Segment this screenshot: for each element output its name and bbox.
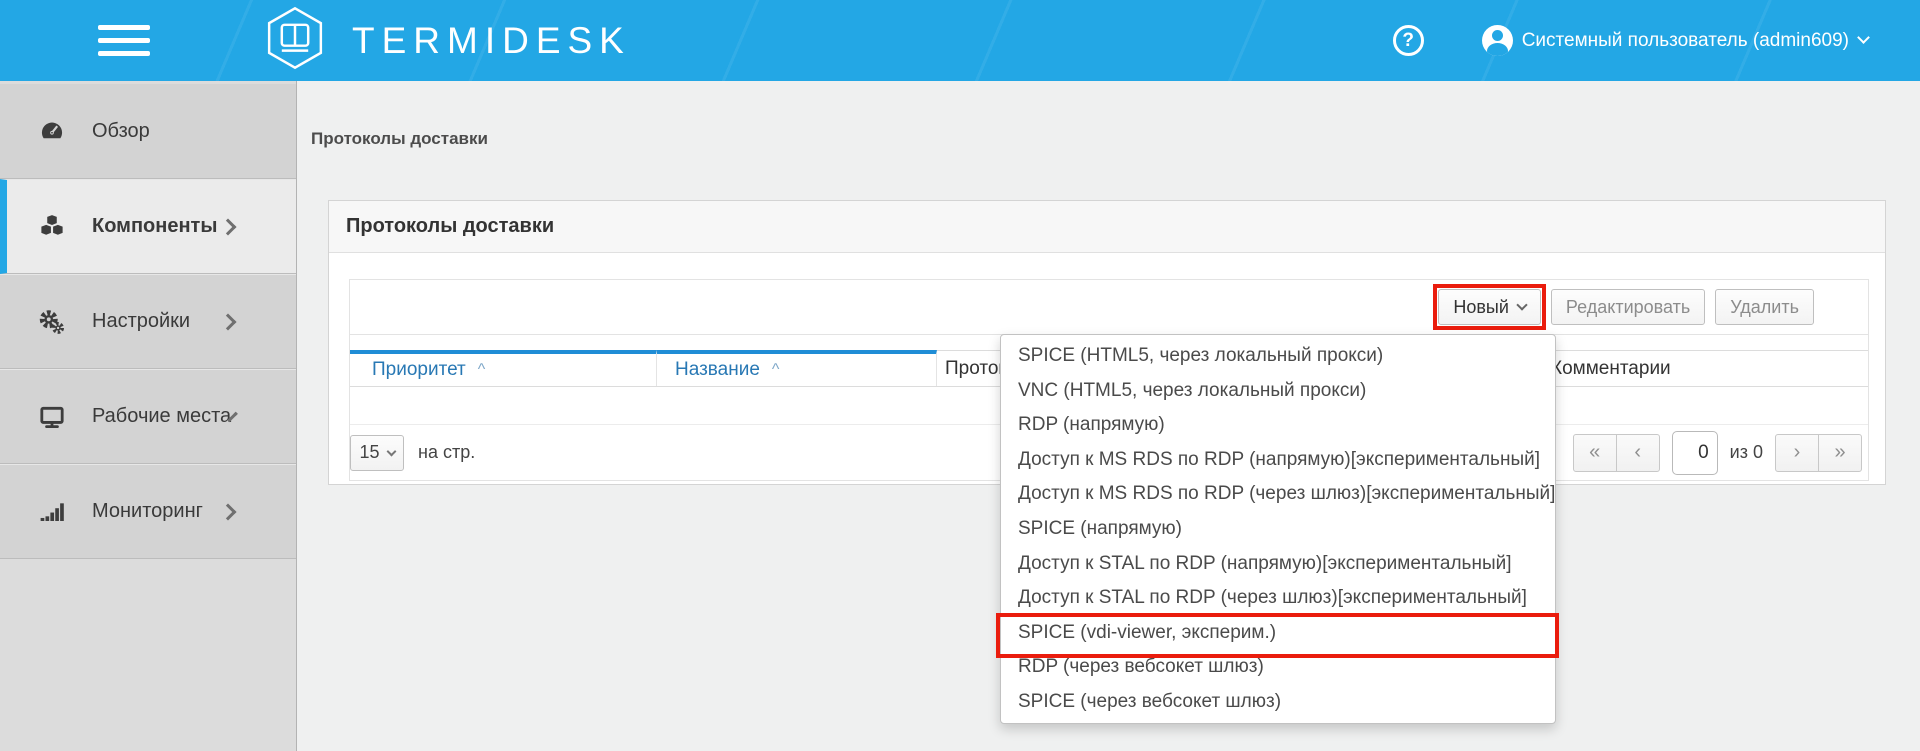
sidebar-item-settings[interactable]: Настройки	[0, 274, 296, 369]
delete-button[interactable]: Удалить	[1715, 289, 1814, 325]
hamburger-menu-icon[interactable]	[98, 17, 150, 64]
page-total-label: из 0	[1730, 442, 1763, 463]
sidebar-item-label: Настройки	[92, 310, 190, 333]
sidebar-item-components[interactable]: Компоненты	[0, 179, 296, 274]
sidebar-item-overview[interactable]: Обзор	[0, 84, 296, 179]
sidebar-item-label: Рабочие места	[92, 405, 231, 428]
breadcrumb: Протоколы доставки	[311, 129, 488, 149]
menu-item-rdp-websocket[interactable]: RDP (через вебсокет шлюз)	[1001, 650, 1555, 685]
per-page-label: на стр.	[418, 442, 475, 463]
menu-item-msrds-rdp-gateway[interactable]: Доступ к MS RDS по RDP (через шлюз)[эксп…	[1001, 477, 1555, 512]
menu-item-msrds-rdp-direct[interactable]: Доступ к MS RDS по RDP (напрямую)[экспер…	[1001, 443, 1555, 478]
dashboard-icon	[38, 118, 68, 144]
column-header-priority[interactable]: Приоритет ^	[350, 350, 657, 386]
components-icon	[38, 214, 68, 240]
new-protocol-dropdown-menu: SPICE (HTML5, через локальный прокси) VN…	[1000, 334, 1556, 724]
sort-asc-icon: ^	[478, 361, 486, 379]
new-button[interactable]: Новый	[1438, 289, 1541, 325]
card-header: Протоколы доставки	[329, 201, 1885, 253]
sort-asc-icon: ^	[772, 361, 780, 379]
sidebar-item-label: Компоненты	[92, 215, 217, 238]
last-page-button[interactable]: »	[1818, 434, 1862, 472]
prev-page-button[interactable]: ‹	[1616, 434, 1660, 472]
menu-item-vnc-html5-proxy[interactable]: VNC (HTML5, через локальный прокси)	[1001, 374, 1555, 409]
first-page-button[interactable]: «	[1573, 434, 1617, 472]
sidebar: Обзор Компоненты	[0, 81, 297, 751]
card-title: Протоколы доставки	[346, 215, 554, 238]
menu-item-spice-vdi-viewer[interactable]: SPICE (vdi-viewer, эксперим.)	[1001, 615, 1555, 650]
topbar-right-group: ? Системный пользователь (admin609)	[1393, 25, 1868, 56]
user-menu[interactable]: Системный пользователь (admin609)	[1522, 30, 1849, 52]
chevron-down-icon	[1857, 31, 1870, 44]
sidebar-item-workplaces[interactable]: Рабочие места	[0, 369, 296, 464]
menu-item-rdp-direct[interactable]: RDP (напрямую)	[1001, 408, 1555, 443]
menu-item-spice-direct[interactable]: SPICE (напрямую)	[1001, 512, 1555, 547]
annotation-box-new-button: Новый	[1433, 284, 1546, 330]
chevron-down-icon	[1516, 299, 1527, 310]
chevron-down-icon	[386, 446, 396, 456]
top-bar: TERMIDESK ? Системный пользователь (admi…	[0, 0, 1920, 81]
settings-icon	[38, 309, 68, 335]
termidesk-logo-icon	[262, 5, 328, 76]
help-icon[interactable]: ?	[1393, 25, 1424, 56]
menu-item-spice-websocket[interactable]: SPICE (через вебсокет шлюз)	[1001, 684, 1555, 719]
chevron-right-icon	[220, 218, 237, 235]
per-page-select[interactable]: 15	[350, 435, 404, 471]
brand-wordmark: TERMIDESK	[352, 20, 631, 62]
column-header-comments[interactable]: Комментарии	[1547, 350, 1868, 386]
sidebar-item-label: Мониторинг	[92, 500, 203, 523]
menu-item-stal-rdp-gateway[interactable]: Доступ к STAL по RDP (через шлюз)[экспер…	[1001, 581, 1555, 616]
chevron-right-icon	[220, 313, 237, 330]
chevron-right-icon	[220, 503, 237, 520]
workplaces-icon	[38, 404, 68, 430]
page-number-input[interactable]	[1672, 431, 1718, 475]
column-header-name[interactable]: Название ^	[657, 350, 937, 386]
menu-item-spice-html5-proxy[interactable]: SPICE (HTML5, через локальный прокси)	[1001, 339, 1555, 374]
monitoring-icon	[38, 499, 68, 525]
edit-button[interactable]: Редактировать	[1551, 289, 1705, 325]
sidebar-item-monitoring[interactable]: Мониторинг	[0, 464, 296, 559]
user-avatar-icon	[1482, 25, 1513, 56]
pager: « ‹ из 0 › »	[1573, 431, 1862, 475]
sidebar-item-label: Обзор	[92, 120, 150, 143]
toolbar: Новый Редактировать Удалить	[350, 280, 1868, 335]
next-page-button[interactable]: ›	[1775, 434, 1819, 472]
menu-item-stal-rdp-direct[interactable]: Доступ к STAL по RDP (напрямую)[эксперим…	[1001, 546, 1555, 581]
termidesk-admin-page: TERMIDESK ? Системный пользователь (admi…	[0, 0, 1920, 751]
